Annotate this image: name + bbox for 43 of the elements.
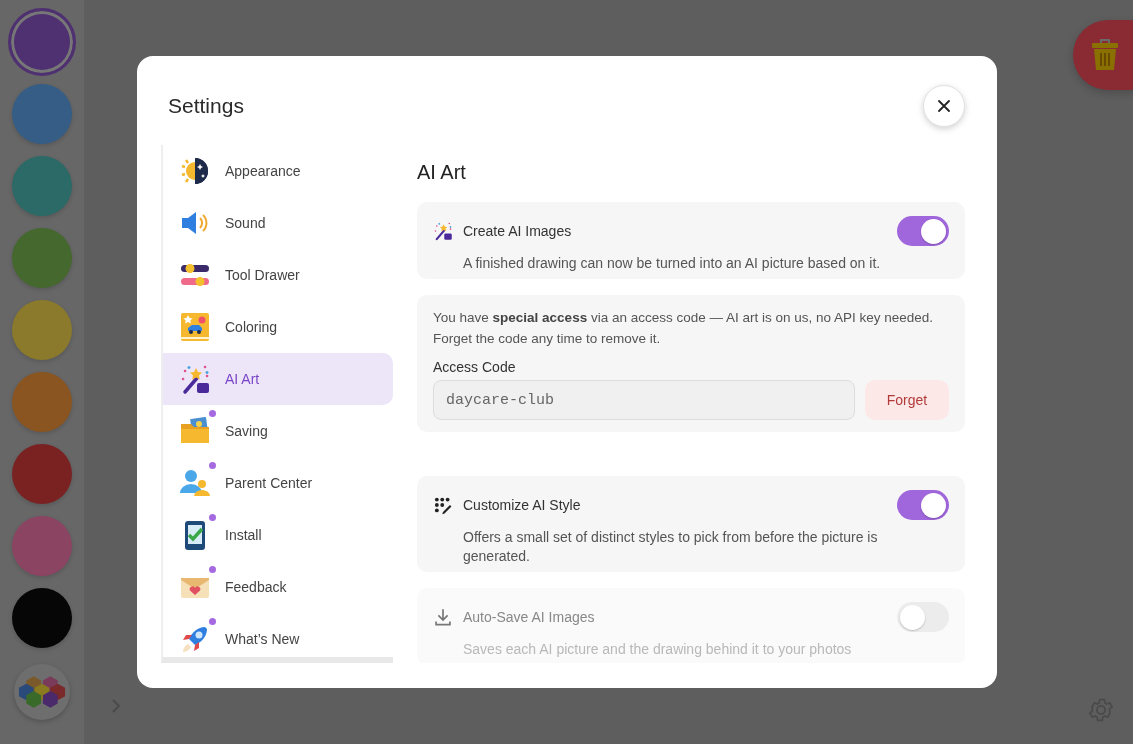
color-swatch[interactable] <box>12 588 72 648</box>
dialog-title: Settings <box>168 94 244 118</box>
sidebar-item[interactable]: Appearance <box>163 145 393 197</box>
magic-wand-icon <box>179 363 211 395</box>
close-icon <box>937 99 951 113</box>
trash-icon <box>1090 38 1120 72</box>
people-icon <box>179 467 211 499</box>
sidebar-item[interactable]: Sound <box>163 197 393 249</box>
color-swatch[interactable] <box>12 444 72 504</box>
color-swatch[interactable] <box>12 156 72 216</box>
setting-description: A finished drawing can now be turned into an AI picture based on it. <box>463 254 882 273</box>
toggle-switch[interactable] <box>897 490 949 520</box>
sidebar-item[interactable]: What’s New <box>163 613 393 657</box>
setting-description: Offers a small set of distinct styles to pick from before the picture is generated. <box>463 528 879 566</box>
sidebar-item[interactable]: AI Art <box>163 353 393 405</box>
color-swatch[interactable] <box>12 84 72 144</box>
close-button[interactable] <box>923 85 965 127</box>
setting-description: Saves each AI picture and the drawing behind it to your photos <box>463 640 853 659</box>
color-swatch[interactable] <box>12 228 72 288</box>
magic-wand-icon <box>433 221 453 241</box>
toggle-switch[interactable] <box>897 216 949 246</box>
sun-moon-icon <box>179 155 211 187</box>
dots-pencil-icon <box>433 495 453 515</box>
sidebar-item[interactable]: Tool Drawer <box>163 249 393 301</box>
sidebar-item[interactable]: Install <box>163 509 393 561</box>
access-code-field[interactable]: daycare-club <box>433 380 855 420</box>
sidebar-item[interactable]: Coloring <box>163 301 393 353</box>
setting-label: Customize AI Style <box>463 497 582 513</box>
sidebar-item[interactable]: Parent Center <box>163 457 393 509</box>
field-label: Access Code <box>433 359 517 375</box>
setting-label: Auto-Save AI Images <box>463 609 596 625</box>
sidebar-item[interactable]: Saving <box>163 405 393 457</box>
color-swatch[interactable] <box>12 516 72 576</box>
sidebar-item[interactable]: Feedback <box>163 561 393 613</box>
access-note: You have special access via an access code — AI art is on us, no API key needed. Forget the code any time to remove it. <box>433 309 935 348</box>
color-swatch[interactable] <box>12 372 72 432</box>
picture-book-icon <box>179 311 211 343</box>
forget-button[interactable]: Forget <box>865 380 949 420</box>
download-icon <box>433 607 453 627</box>
section-title: AI Art <box>417 161 467 184</box>
color-swatch[interactable] <box>12 300 72 360</box>
setting-label: Create AI Images <box>463 223 573 239</box>
more-colors-button[interactable] <box>14 664 70 720</box>
